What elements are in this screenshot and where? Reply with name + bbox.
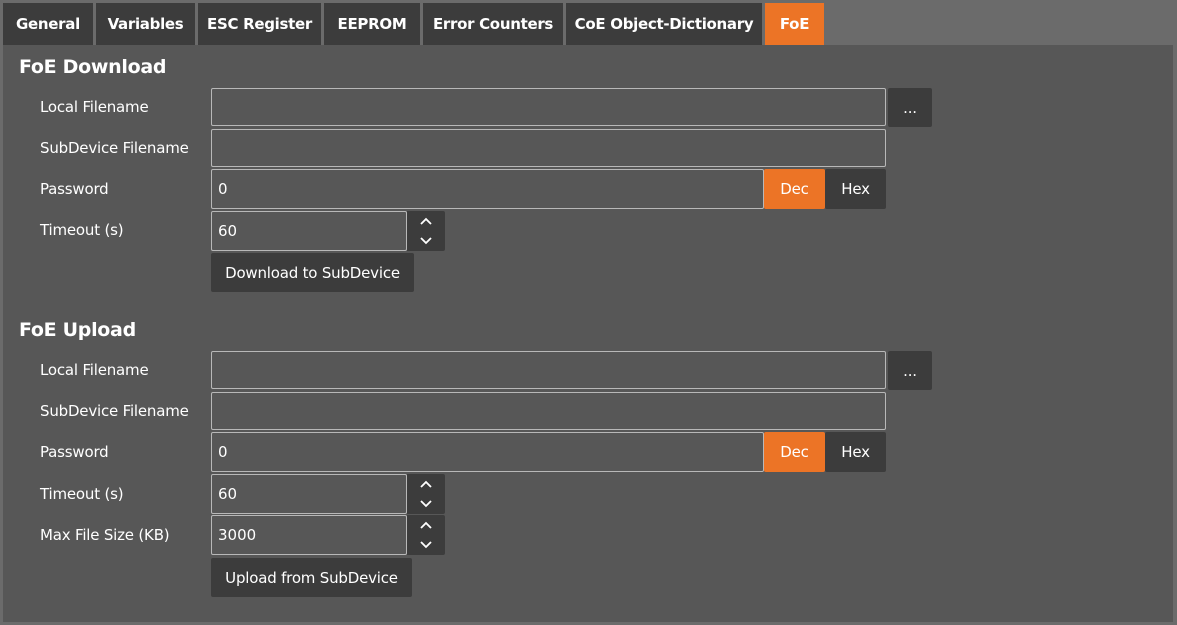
upload-subdevice-filename-label: SubDevice Filename <box>40 402 189 420</box>
download-local-filename-label: Local Filename <box>40 98 149 116</box>
download-subdevice-filename-label: SubDevice Filename <box>40 139 189 157</box>
upload-max-size-label: Max File Size (KB) <box>40 526 170 544</box>
download-subdevice-filename-input[interactable] <box>211 129 886 167</box>
download-password-input[interactable]: 0 <box>211 169 764 209</box>
upload-timeout-stepper[interactable] <box>407 474 445 514</box>
upload-from-subdevice-button[interactable]: Upload from SubDevice <box>211 558 412 597</box>
upload-browse-button[interactable]: ... <box>888 351 932 390</box>
upload-local-filename-label: Local Filename <box>40 361 149 379</box>
upload-section-title: FoE Upload <box>19 319 136 341</box>
foe-panel: FoE Download Local Filename ... SubDevic… <box>3 45 1173 622</box>
upload-max-size-stepper[interactable] <box>407 515 445 555</box>
download-timeout-stepper[interactable] <box>407 211 445 251</box>
download-timeout-label: Timeout (s) <box>40 221 124 239</box>
tab-bar: General Variables ESC Register EEPROM Er… <box>3 3 827 45</box>
download-section-title: FoE Download <box>19 56 167 78</box>
chevron-down-icon[interactable] <box>407 494 445 514</box>
download-password-label: Password <box>40 180 109 198</box>
upload-max-size-input[interactable]: 3000 <box>211 515 407 555</box>
download-browse-button[interactable]: ... <box>888 88 932 127</box>
chevron-up-icon[interactable] <box>407 474 445 494</box>
upload-hex-button[interactable]: Hex <box>825 432 886 472</box>
upload-password-label: Password <box>40 443 109 461</box>
upload-password-input[interactable]: 0 <box>211 432 764 472</box>
chevron-up-icon[interactable] <box>407 515 445 535</box>
download-hex-button[interactable]: Hex <box>825 169 886 209</box>
tab-coe-object-dictionary[interactable]: CoE Object-Dictionary <box>566 3 762 45</box>
download-timeout-input[interactable]: 60 <box>211 211 407 251</box>
chevron-up-icon[interactable] <box>407 211 445 231</box>
tab-general[interactable]: General <box>3 3 93 45</box>
download-to-subdevice-button[interactable]: Download to SubDevice <box>211 253 414 292</box>
chevron-down-icon[interactable] <box>407 231 445 251</box>
upload-local-filename-input[interactable] <box>211 351 886 389</box>
upload-dec-button[interactable]: Dec <box>764 432 825 472</box>
chevron-down-icon[interactable] <box>407 535 445 555</box>
tab-foe[interactable]: FoE <box>765 3 824 45</box>
upload-timeout-label: Timeout (s) <box>40 485 124 503</box>
download-local-filename-input[interactable] <box>211 88 886 126</box>
upload-timeout-input[interactable]: 60 <box>211 474 407 514</box>
tab-eeprom[interactable]: EEPROM <box>324 3 420 45</box>
tab-variables[interactable]: Variables <box>96 3 195 45</box>
upload-subdevice-filename-input[interactable] <box>211 392 886 430</box>
tab-esc-register[interactable]: ESC Register <box>198 3 321 45</box>
download-dec-button[interactable]: Dec <box>764 169 825 209</box>
tab-error-counters[interactable]: Error Counters <box>423 3 563 45</box>
